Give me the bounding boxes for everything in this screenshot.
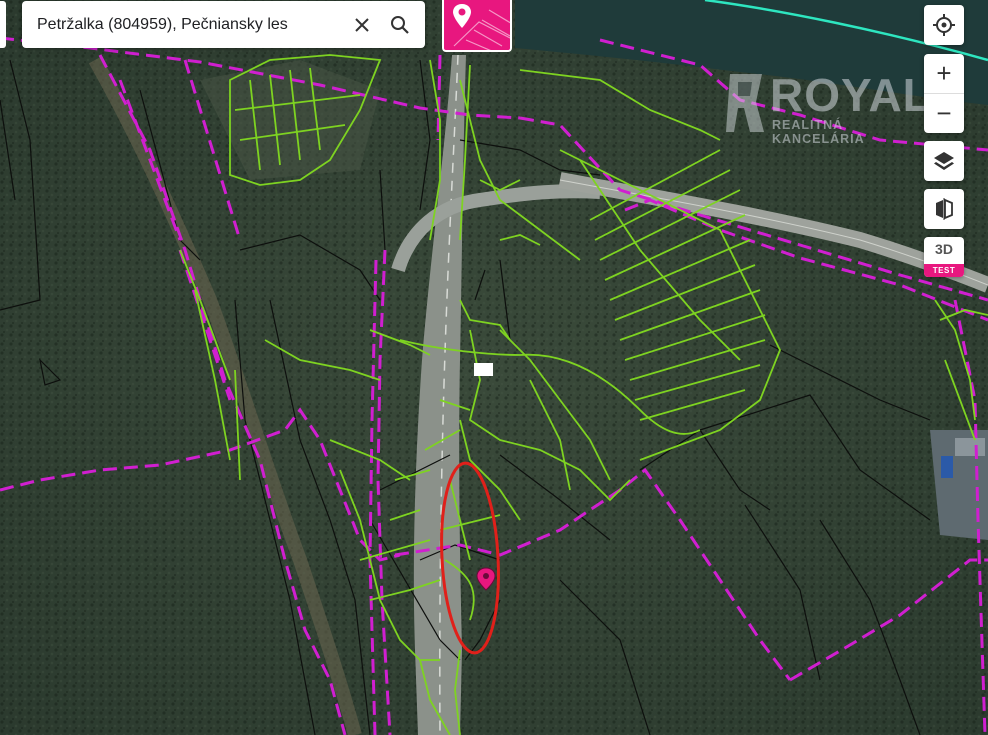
- 3d-mode-button[interactable]: 3D TEST: [924, 237, 964, 277]
- zoom-out-button[interactable]: −: [924, 94, 964, 133]
- search-button[interactable]: [381, 1, 419, 48]
- locate-button[interactable]: [924, 5, 964, 45]
- search-icon: [391, 15, 409, 34]
- layers-button[interactable]: [924, 141, 964, 181]
- search-box: Petržalka (804959), Pečniansky les: [22, 1, 425, 48]
- compare-icon: [936, 198, 953, 220]
- zoom-out-label: −: [936, 98, 952, 128]
- clear-search-button[interactable]: [343, 1, 381, 48]
- crosshair-icon: [933, 14, 955, 36]
- cadastre-map-icon: [453, 4, 510, 50]
- search-input[interactable]: Petržalka (804959), Pečniansky les: [22, 16, 343, 34]
- brand-watermark: ROYALS REALITNÁ KANCELÁRIA: [726, 70, 962, 146]
- building-roof: [955, 438, 985, 456]
- 3d-mode-label: 3D: [935, 241, 953, 257]
- parked-vehicle: [941, 456, 953, 478]
- 3d-test-badge: TEST: [924, 264, 964, 277]
- watermark-subtitle: REALITNÁ KANCELÁRIA: [772, 118, 865, 146]
- map-label-marker: [474, 363, 493, 376]
- compare-button[interactable]: [924, 189, 964, 229]
- side-panel-handle[interactable]: [0, 1, 6, 48]
- royals-logo-icon: [726, 74, 764, 132]
- zoom-in-label: +: [936, 58, 952, 88]
- cadastre-layer-button[interactable]: [442, 0, 512, 52]
- layers-icon: [934, 152, 954, 170]
- zoom-control: + −: [924, 54, 964, 133]
- close-icon: [355, 17, 369, 32]
- zoom-in-button[interactable]: +: [924, 54, 964, 94]
